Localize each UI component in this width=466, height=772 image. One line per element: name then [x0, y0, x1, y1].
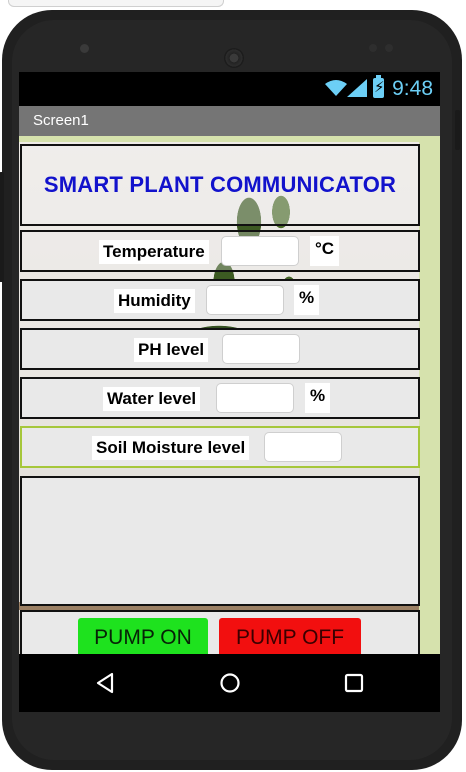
- top-edge-strip: [8, 0, 224, 7]
- soil-moisture-input[interactable]: [264, 432, 342, 462]
- pump-on-button[interactable]: PUMP ON: [78, 618, 208, 654]
- soil-moisture-row: Soil Moisture level: [20, 426, 420, 468]
- device-screen: ⚡ 9:48 Screen1 SMART PLANT COMMUNICATOR …: [19, 72, 440, 712]
- temperature-input[interactable]: [221, 236, 299, 266]
- water-level-label: Water level: [103, 387, 201, 411]
- cell-signal-icon: [347, 79, 367, 97]
- power-button: [455, 110, 460, 150]
- humidity-row: Humidity %: [20, 279, 420, 321]
- humidity-input[interactable]: [206, 285, 284, 315]
- humidity-label: Humidity: [114, 289, 195, 313]
- back-icon[interactable]: [90, 668, 120, 698]
- ph-level-label: PH level: [134, 338, 209, 362]
- app-banner: SMART PLANT COMMUNICATOR: [20, 144, 420, 226]
- battery-charging-icon: ⚡: [373, 75, 385, 98]
- water-level-row: Water level %: [20, 377, 420, 419]
- water-level-unit: %: [305, 383, 331, 413]
- output-area: [20, 476, 420, 606]
- banner-title: SMART PLANT COMMUNICATOR: [43, 172, 397, 197]
- navigation-bar: [19, 654, 440, 712]
- screen-title: Screen1: [33, 112, 89, 129]
- wifi-icon: [325, 80, 347, 96]
- app-titlebar: Screen1: [19, 106, 440, 136]
- soil-moisture-label: Soil Moisture level: [92, 436, 250, 460]
- home-icon[interactable]: [215, 668, 245, 698]
- temperature-row: Temperature °C: [20, 230, 420, 272]
- recents-icon[interactable]: [339, 668, 369, 698]
- app-content: SMART PLANT COMMUNICATOR Temperature °C …: [19, 136, 440, 654]
- temperature-label: Temperature: [99, 240, 209, 264]
- temperature-unit: °C: [310, 236, 340, 266]
- ph-level-input[interactable]: [222, 334, 300, 364]
- sensor-dot-icon: [369, 44, 377, 52]
- status-bar: ⚡ 9:48: [19, 72, 440, 106]
- speaker-icon: [224, 48, 244, 68]
- pump-controls: PUMP ON PUMP OFF: [20, 610, 420, 654]
- water-level-input[interactable]: [216, 383, 294, 413]
- volume-button: [0, 172, 4, 282]
- humidity-unit: %: [294, 285, 320, 315]
- ph-level-row: PH level: [20, 328, 420, 370]
- sensor-dot-icon: [385, 44, 393, 52]
- pump-off-button[interactable]: PUMP OFF: [219, 618, 361, 654]
- front-camera-icon: [80, 44, 89, 53]
- status-time: 9:48: [392, 77, 433, 100]
